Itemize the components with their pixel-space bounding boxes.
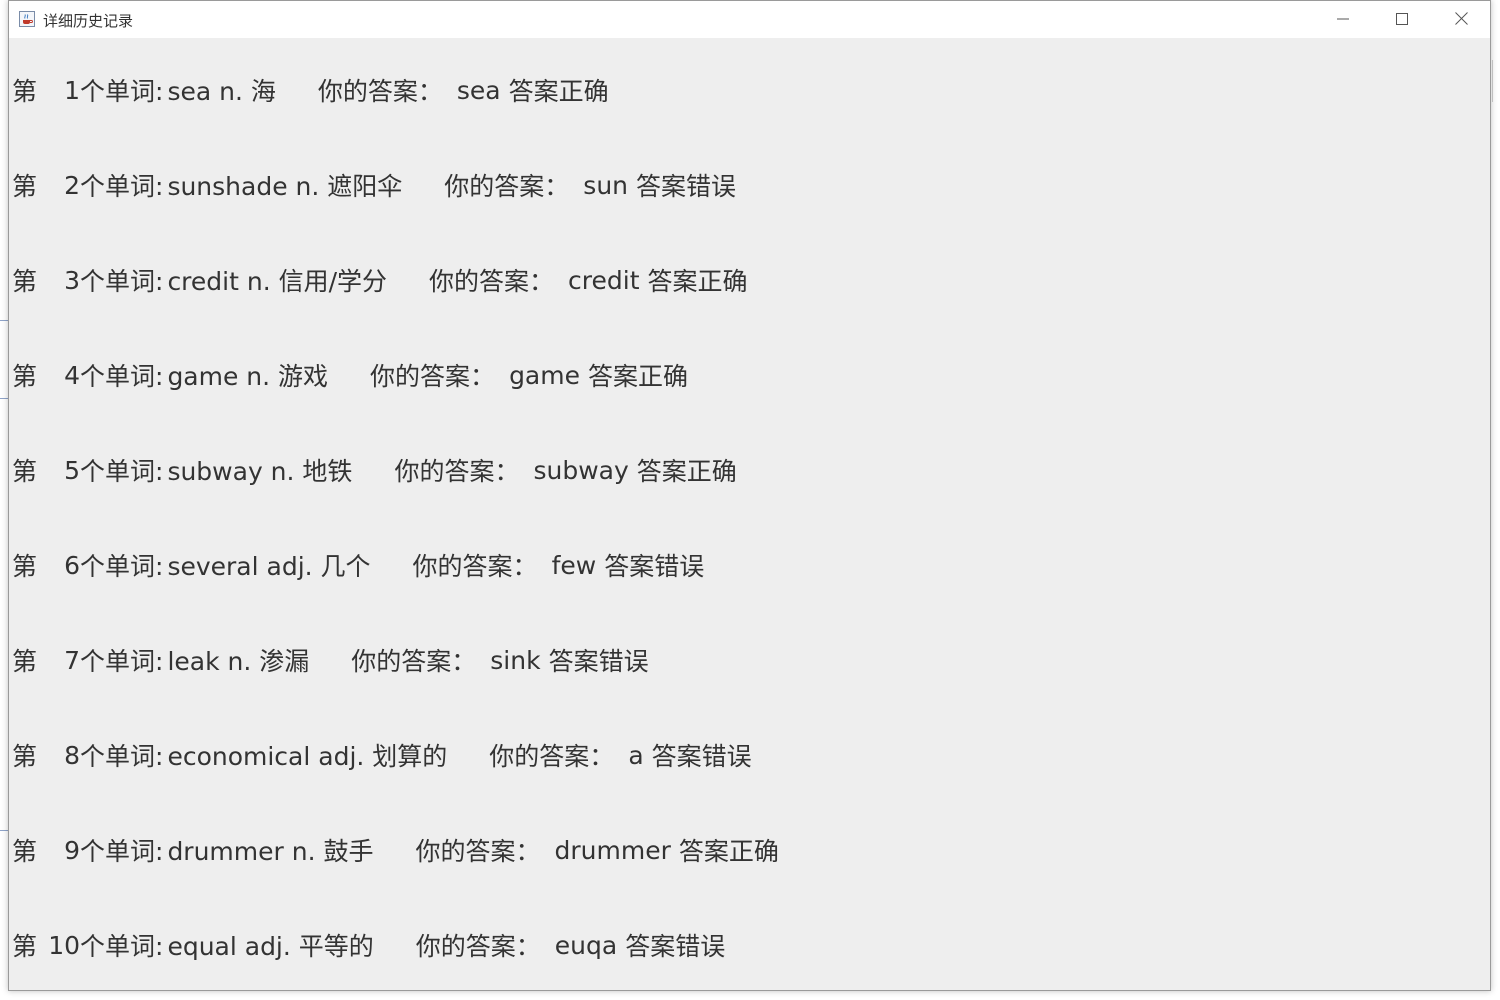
- answer-result: 答案错误: [636, 172, 737, 201]
- minimize-icon: [1337, 10, 1349, 29]
- history-record: 第 1 个单词: sea n. 海 你的答案： sea 答案正确: [9, 70, 609, 110]
- record-unit: 个单词:: [80, 552, 164, 581]
- record-word: sunshade n. 遮阳伞: [167, 172, 403, 201]
- your-answer-label: 你的答案：: [317, 77, 443, 106]
- java-cup-icon: [19, 11, 35, 27]
- record-prefix: 第: [12, 267, 38, 296]
- history-record: 第 8 个单词: economical adj. 划算的 你的答案： a 答案错…: [9, 735, 752, 775]
- record-prefix: 第: [12, 457, 38, 486]
- history-record: 第 7 个单词: leak n. 渗漏 你的答案： sink 答案错误: [9, 640, 649, 680]
- record-unit: 个单词:: [80, 267, 164, 296]
- history-record: 第 5 个单词: subway n. 地铁 你的答案： subway 答案正确: [9, 450, 737, 490]
- record-prefix: 第: [12, 837, 38, 866]
- history-record: 第 3 个单词: credit n. 信用/学分 你的答案： credit 答案…: [9, 260, 748, 300]
- maximize-button[interactable]: [1373, 1, 1431, 38]
- user-answer: game: [509, 360, 580, 390]
- record-number: 7: [64, 645, 80, 675]
- window-title: 详细历史记录: [43, 12, 134, 30]
- record-prefix: 第: [12, 172, 38, 201]
- answer-result: 答案错误: [625, 932, 726, 961]
- record-number: 6: [64, 550, 80, 580]
- record-unit: 个单词:: [80, 742, 164, 771]
- background-divider: [1492, 60, 1493, 102]
- record-word: drummer n. 鼓手: [167, 837, 374, 866]
- history-record: 第 4 个单词: game n. 游戏 你的答案： game 答案正确: [9, 355, 688, 395]
- answer-result: 答案错误: [651, 742, 752, 771]
- record-number: 9: [64, 835, 80, 865]
- answer-result: 答案正确: [636, 457, 737, 486]
- record-unit: 个单词:: [80, 647, 164, 676]
- your-answer-label: 你的答案：: [351, 647, 477, 676]
- close-button[interactable]: [1432, 1, 1490, 38]
- title-bar[interactable]: 详细历史记录: [9, 1, 1490, 38]
- record-prefix: 第: [12, 742, 38, 771]
- user-answer: sea: [456, 75, 501, 105]
- your-answer-label: 你的答案：: [415, 837, 541, 866]
- record-word: credit n. 信用/学分: [167, 267, 388, 296]
- history-record: 第 2 个单词: sunshade n. 遮阳伞 你的答案： sun 答案错误: [9, 165, 736, 205]
- user-answer: subway: [533, 455, 629, 485]
- history-content: 第 1 个单词: sea n. 海 你的答案： sea 答案正确 第 2 个单词…: [9, 38, 1490, 990]
- record-number: 1: [64, 75, 80, 105]
- record-unit: 个单词:: [80, 362, 164, 391]
- record-prefix: 第: [12, 77, 38, 106]
- user-answer: sun: [583, 170, 629, 200]
- record-unit: 个单词:: [80, 932, 164, 961]
- record-number: 4: [64, 360, 80, 390]
- record-prefix: 第: [12, 647, 38, 676]
- record-number: 8: [64, 740, 80, 770]
- user-answer: euqa: [554, 930, 618, 960]
- minimize-button[interactable]: [1314, 1, 1372, 38]
- record-word: equal adj. 平等的: [167, 932, 374, 961]
- answer-result: 答案正确: [678, 837, 779, 866]
- user-answer: a: [628, 740, 644, 770]
- record-unit: 个单词:: [80, 837, 164, 866]
- your-answer-label: 你的答案：: [394, 457, 520, 486]
- record-number: 5: [64, 455, 80, 485]
- answer-result: 答案正确: [508, 77, 609, 106]
- your-answer-label: 你的答案：: [429, 267, 555, 296]
- your-answer-label: 你的答案：: [489, 742, 615, 771]
- record-prefix: 第: [12, 362, 38, 391]
- user-answer: drummer: [554, 835, 671, 865]
- record-word: sea n. 海: [167, 77, 276, 106]
- history-record: 第 10 个单词: equal adj. 平等的 你的答案： euqa 答案错误: [9, 925, 725, 965]
- maximize-icon: [1396, 10, 1408, 29]
- history-record: 第 6 个单词: several adj. 几个 你的答案： few 答案错误: [9, 545, 704, 585]
- history-record: 第 9 个单词: drummer n. 鼓手 你的答案： drummer 答案正…: [9, 830, 779, 870]
- close-icon: [1454, 10, 1468, 29]
- record-word: economical adj. 划算的: [167, 742, 448, 771]
- desktop-background: 详细历史记录 第 1 个单词: sea n. 海 你的答案： sea 答案正确 …: [0, 0, 1500, 1000]
- answer-result: 答案正确: [588, 362, 689, 391]
- your-answer-label: 你的答案：: [415, 932, 541, 961]
- record-number: 10: [48, 930, 80, 960]
- record-word: leak n. 渗漏: [167, 647, 310, 676]
- user-answer: few: [551, 550, 597, 580]
- record-prefix: 第: [12, 552, 38, 581]
- your-answer-label: 你的答案：: [412, 552, 538, 581]
- record-word: subway n. 地铁: [167, 457, 353, 486]
- your-answer-label: 你的答案：: [444, 172, 570, 201]
- answer-result: 答案正确: [647, 267, 748, 296]
- your-answer-label: 你的答案：: [370, 362, 496, 391]
- record-number: 3: [64, 265, 80, 295]
- history-window: 详细历史记录 第 1 个单词: sea n. 海 你的答案： sea 答案正确 …: [8, 0, 1491, 991]
- record-unit: 个单词:: [80, 77, 164, 106]
- answer-result: 答案错误: [604, 552, 705, 581]
- record-unit: 个单词:: [80, 172, 164, 201]
- record-unit: 个单词:: [80, 457, 164, 486]
- record-number: 2: [64, 170, 80, 200]
- user-answer: sink: [490, 645, 541, 675]
- record-word: game n. 游戏: [167, 362, 329, 391]
- answer-result: 答案错误: [548, 647, 649, 676]
- user-answer: credit: [568, 265, 640, 295]
- record-word: several adj. 几个: [167, 552, 371, 581]
